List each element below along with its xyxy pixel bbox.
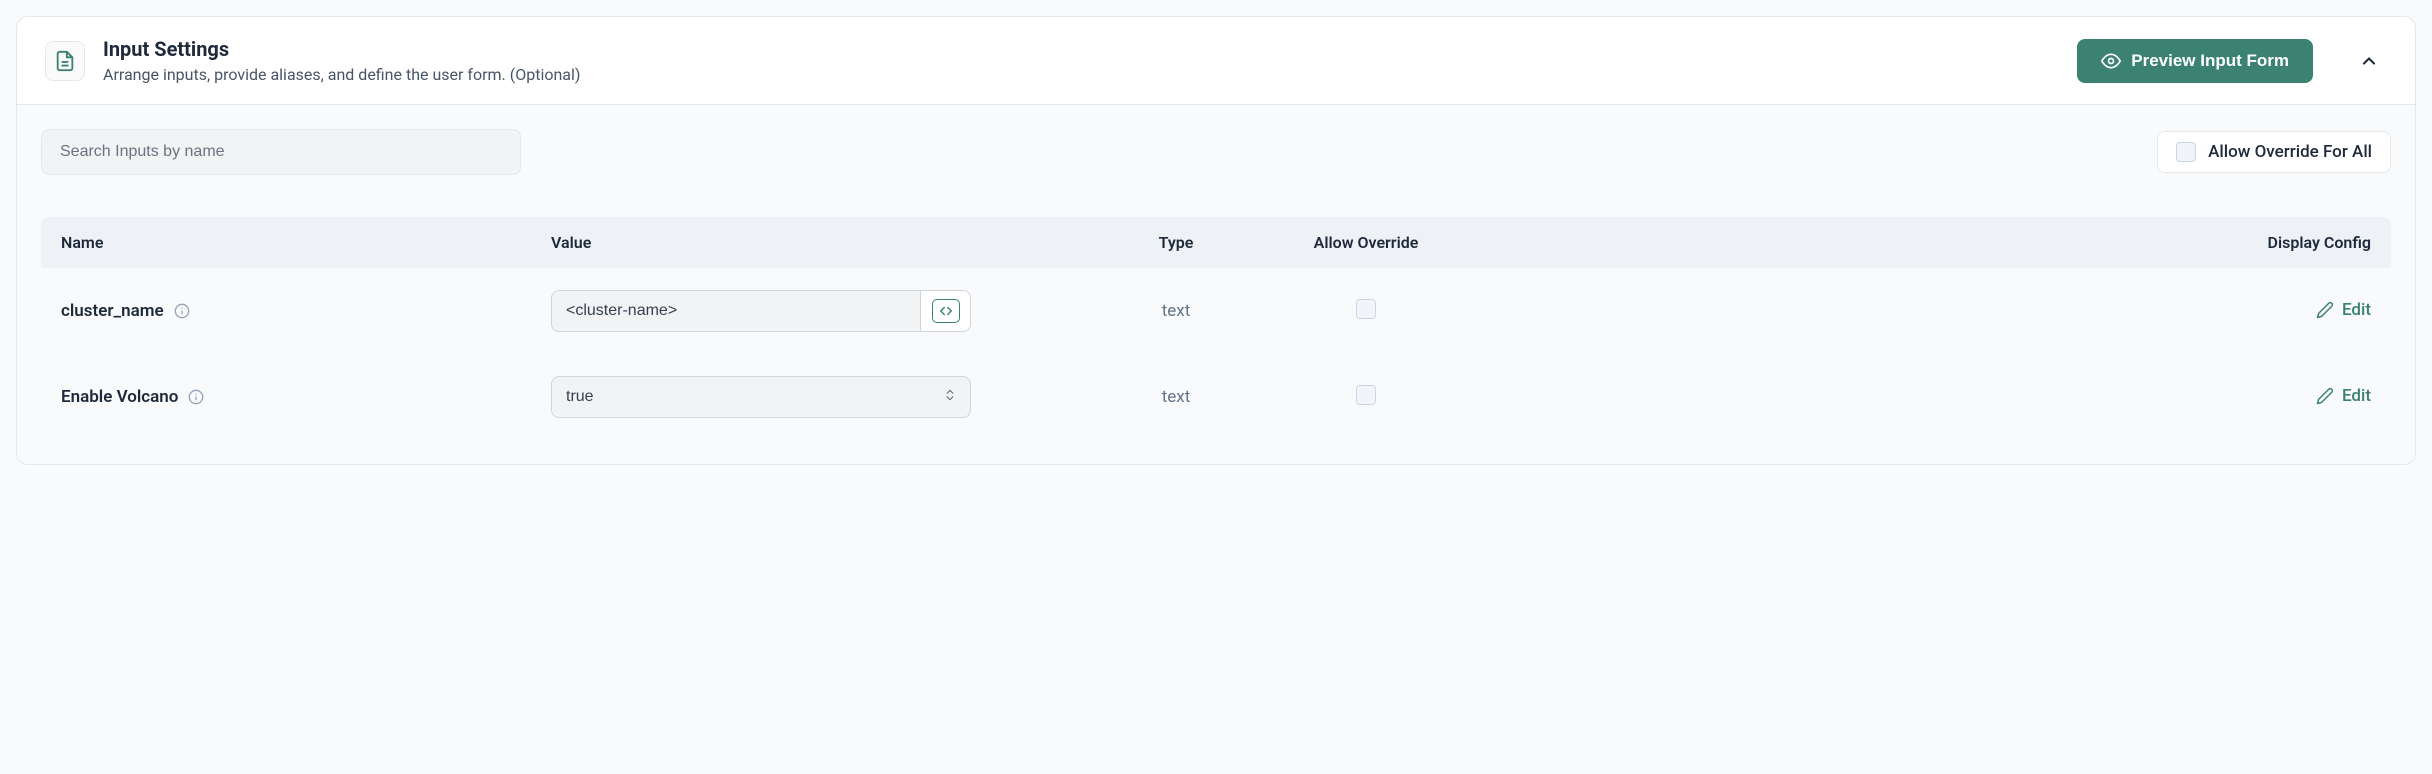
th-name: Name (51, 233, 551, 252)
document-icon (45, 41, 85, 81)
preview-button-label: Preview Input Form (2131, 51, 2289, 71)
collapse-toggle[interactable] (2351, 43, 2387, 79)
edit-label: Edit (2342, 300, 2371, 320)
table-header: Name Value Type Allow Override Display C… (41, 217, 2391, 268)
edit-label: Edit (2342, 386, 2371, 406)
value-input[interactable] (551, 290, 921, 332)
pencil-icon (2316, 387, 2334, 405)
card-header: Input Settings Arrange inputs, provide a… (17, 17, 2415, 104)
row-name-label: cluster_name (61, 301, 164, 321)
row-config-cell: Edit (1431, 386, 2381, 409)
chevron-up-icon (2359, 51, 2379, 71)
row-name-cell: cluster_name (51, 301, 551, 321)
card-title: Input Settings (103, 37, 2059, 61)
th-config: Display Config (1431, 233, 2381, 252)
info-icon[interactable] (188, 389, 204, 405)
header-text: Input Settings Arrange inputs, provide a… (103, 37, 2059, 84)
row-name-label: Enable Volcano (61, 387, 178, 407)
th-type: Type (1051, 233, 1301, 252)
card-body: Allow Override For All Name Value Type A… (17, 104, 2415, 464)
allow-override-all-label: Allow Override For All (2208, 142, 2372, 162)
preview-input-form-button[interactable]: Preview Input Form (2077, 39, 2313, 83)
row-allow-cell (1301, 299, 1431, 323)
input-settings-card: Input Settings Arrange inputs, provide a… (16, 16, 2416, 465)
row-type-cell: text (1051, 301, 1301, 321)
card-subtitle: Arrange inputs, provide aliases, and def… (103, 65, 2059, 84)
row-type-label: text (1162, 387, 1191, 407)
table-row: Enable Volcano (41, 354, 2391, 440)
allow-override-all-checkbox[interactable] (2176, 142, 2196, 162)
row-type-cell: text (1051, 387, 1301, 407)
eye-icon (2101, 51, 2121, 71)
allow-override-checkbox[interactable] (1356, 385, 1376, 405)
row-value-cell (551, 376, 1051, 418)
row-allow-cell (1301, 385, 1431, 409)
value-select[interactable] (551, 376, 971, 418)
allow-override-all-toggle[interactable]: Allow Override For All (2157, 131, 2391, 173)
code-icon (932, 299, 960, 323)
row-value-cell (551, 290, 1051, 332)
th-value: Value (551, 233, 1051, 252)
edit-button[interactable]: Edit (2316, 300, 2371, 320)
th-allow: Allow Override (1301, 233, 1431, 252)
pencil-icon (2316, 301, 2334, 319)
row-config-cell: Edit (1431, 300, 2381, 323)
row-type-label: text (1162, 301, 1191, 321)
row-name-cell: Enable Volcano (51, 387, 551, 407)
controls-row: Allow Override For All (41, 129, 2391, 175)
edit-button[interactable]: Edit (2316, 386, 2371, 406)
info-icon[interactable] (174, 303, 190, 319)
table-row: cluster_name (41, 268, 2391, 354)
code-mode-button[interactable] (921, 290, 971, 332)
search-input[interactable] (41, 129, 521, 175)
allow-override-checkbox[interactable] (1356, 299, 1376, 319)
